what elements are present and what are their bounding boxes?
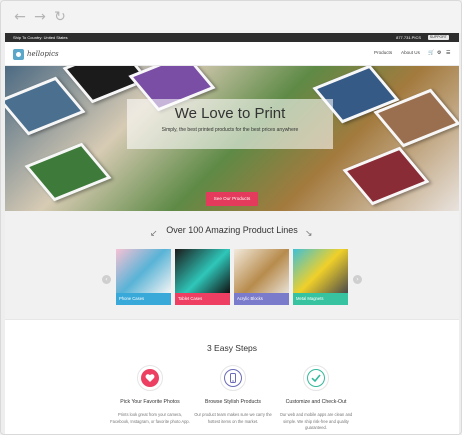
browser-window: ← → ↻ Ship To Country: United States 877… (0, 0, 462, 435)
acrylic-blocks-image (234, 249, 289, 293)
see-our-products-button[interactable]: See Our Products (206, 192, 258, 206)
browser-toolbar: ← → ↻ (1, 1, 461, 33)
product-lines-section: ↙ Over 100 Amazing Product Lines ↘ ‹ › P… (5, 211, 459, 319)
tablet-cases-image (175, 249, 230, 293)
step-description: Prints look great from your camera, Face… (110, 412, 190, 424)
support-button[interactable]: SUPPORT (427, 35, 449, 40)
top-bar: Ship To Country: United States 877.731.P… (5, 33, 459, 42)
ship-to-country-selector[interactable]: Ship To Country: United States (13, 33, 68, 42)
logo-icon (13, 48, 24, 60)
hero-subtitle: Simply, the best printed products for th… (161, 127, 299, 133)
product-card-tablet-cases[interactable]: Tablet Cases (175, 249, 230, 305)
reload-icon[interactable]: ↻ (53, 10, 67, 24)
hero-banner: We Love to Print Simply, the best printe… (5, 66, 459, 211)
product-label: Tablet Cases (175, 293, 230, 305)
step-title: Pick Your Favorite Photos (120, 399, 180, 405)
step-pick-photos: Pick Your Favorite Photos Prints look gr… (105, 365, 195, 425)
logo[interactable]: hellopics (13, 47, 59, 61)
product-card-phone-cases[interactable]: Phone Cases (116, 249, 171, 305)
easy-steps-section: 3 Easy Steps Pick Your Favorite Photos P… (5, 319, 459, 434)
carousel-next-button[interactable]: › (353, 275, 362, 284)
step-title: Browse Stylish Products (205, 399, 261, 405)
product-lines-title: Over 100 Amazing Product Lines (166, 225, 298, 235)
product-card-metal-magnets[interactable]: Metal Magnets (293, 249, 348, 305)
hero-title: We Love to Print (174, 105, 286, 122)
phone-icon (220, 365, 246, 391)
steps-title: 3 Easy Steps (206, 343, 258, 353)
menu-icon[interactable]: ☰ (446, 50, 450, 56)
nav-about-us-link[interactable]: About Us (401, 50, 420, 55)
website: Ship To Country: United States 877.731.P… (5, 33, 459, 434)
heart-icon (137, 365, 163, 391)
hero-text-panel: We Love to Print Simply, the best printe… (127, 99, 333, 149)
phone-number: 877.731.PICS (396, 35, 421, 40)
step-browse-products: Browse Stylish Products Our product team… (188, 365, 278, 425)
forward-arrow-icon[interactable]: → (33, 10, 47, 24)
site-header: hellopics Products About Us 🛒 ⚙ ☰ (5, 42, 459, 66)
right-swirl-arrow-icon: ↘ (305, 229, 313, 239)
step-description: Our web and mobile apps are clean and si… (279, 412, 353, 430)
step-customize-checkout: Customize and Check-Out Our web and mobi… (271, 365, 361, 432)
back-arrow-icon[interactable]: ← (13, 10, 27, 24)
product-card-acrylic-blocks[interactable]: Acrylic Blocks (234, 249, 289, 305)
product-label: Metal Magnets (293, 293, 348, 305)
step-title: Customize and Check-Out (285, 399, 347, 405)
carousel-prev-button[interactable]: ‹ (102, 275, 111, 284)
metal-magnets-image (293, 249, 348, 293)
product-label: Acrylic Blocks (234, 293, 289, 305)
logo-text: hellopics (27, 50, 59, 58)
product-label: Phone Cases (116, 293, 171, 305)
step-description: Our product team makes sure we carry the… (194, 412, 272, 424)
nav-products-link[interactable]: Products (374, 50, 392, 55)
cart-icon[interactable]: 🛒 (428, 50, 434, 56)
check-icon (303, 365, 329, 391)
settings-icon[interactable]: ⚙ (437, 50, 441, 56)
phone-cases-image (116, 249, 171, 293)
